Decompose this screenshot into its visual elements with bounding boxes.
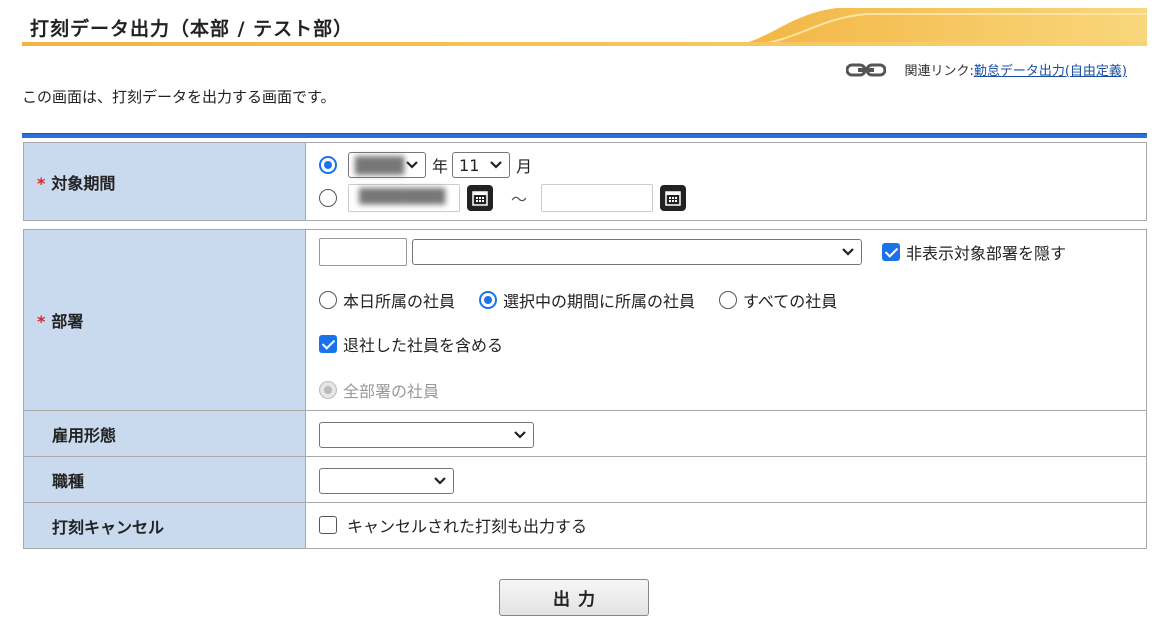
department-code-input[interactable] xyxy=(319,238,407,266)
employment-value-cell xyxy=(305,410,1147,457)
employment-type-select[interactable] xyxy=(319,421,534,448)
chevron-down-icon xyxy=(490,161,502,169)
page-header: 打刻データ出力（本部 / テスト部） xyxy=(22,8,1147,46)
job-value-cell xyxy=(305,456,1147,503)
required-mark: * xyxy=(37,173,46,193)
department-label: 部署 xyxy=(51,312,84,331)
period-value-cell: ████ 年 11 月 ████████ ～ xyxy=(305,142,1147,221)
include-retired-checkbox[interactable] xyxy=(319,335,337,353)
cancel-label-cell: 打刻キャンセル xyxy=(23,502,306,549)
header-underline xyxy=(22,42,1147,46)
job-label: 職種 xyxy=(52,471,85,491)
chevron-down-icon xyxy=(434,476,446,485)
chevron-down-icon xyxy=(842,248,854,256)
hide-hidden-departments-label: 非表示対象部署を隠す xyxy=(906,244,1067,263)
radio-all-departments-label: 全部署の社員 xyxy=(343,382,440,401)
radio-all-employees[interactable] xyxy=(719,291,738,309)
related-link-free-definition[interactable]: 勤怠データ出力(自由定義) xyxy=(974,60,1127,79)
range-end-input[interactable] xyxy=(541,184,654,212)
page-title: 打刻データ出力（本部 / テスト部） xyxy=(30,18,354,40)
department-label-cell: * 部署 xyxy=(23,229,306,411)
year-suffix: 年 xyxy=(432,157,449,176)
output-button[interactable]: 出力 xyxy=(499,579,649,616)
department-value-cell: 非表示対象部署を隠す 本日所属の社員 選択中の期間に所属の社員 すべての社員 退… xyxy=(305,229,1147,411)
radio-today-employees-label: 本日所属の社員 xyxy=(343,292,456,311)
header-decoration xyxy=(727,8,1147,46)
page-description: この画面は、打刻データを出力する画面です。 xyxy=(22,88,336,106)
period-range-radio[interactable] xyxy=(319,189,337,207)
job-label-cell: 職種 xyxy=(23,456,306,503)
month-select[interactable]: 11 xyxy=(452,152,511,178)
employment-label-cell: 雇用形態 xyxy=(23,410,306,457)
radio-period-employees[interactable] xyxy=(479,291,498,309)
required-mark: * xyxy=(37,312,46,331)
radio-today-employees[interactable] xyxy=(319,291,337,309)
radio-all-departments xyxy=(319,381,337,399)
period-label-cell: * 対象期間 xyxy=(23,142,306,221)
related-links: 関連リンク: 勤怠データ出力(自由定義) xyxy=(846,60,1127,79)
job-type-select[interactable] xyxy=(319,467,454,494)
include-retired-label: 退社した社員を含める xyxy=(343,336,504,355)
month-suffix: 月 xyxy=(516,157,533,176)
chevron-down-icon xyxy=(406,161,418,169)
range-separator: ～ xyxy=(511,190,528,209)
range-start-input[interactable]: ████████ xyxy=(348,184,460,212)
section-divider xyxy=(22,133,1147,138)
hide-hidden-departments-checkbox[interactable] xyxy=(882,243,900,261)
year-value-redacted: ████ xyxy=(355,155,405,175)
radio-all-employees-label: すべての社員 xyxy=(743,292,838,311)
month-value: 11 xyxy=(459,155,480,175)
filter-table: * 部署 非表示対象部署を隠す 本日所属の社員 選択中の期間に所属の社員 すべての… xyxy=(23,229,1147,549)
cancel-label: 打刻キャンセル xyxy=(52,517,165,537)
period-table: * 対象期間 ████ 年 11 月 ████████ ～ xyxy=(23,142,1147,221)
period-label: 対象期間 xyxy=(51,173,116,193)
include-cancelled-label: キャンセルされた打刻も出力する xyxy=(347,517,588,536)
calendar-icon[interactable] xyxy=(467,185,493,211)
calendar-glyph xyxy=(472,191,488,206)
chevron-down-icon xyxy=(514,430,526,439)
cancel-value-cell: キャンセルされた打刻も出力する xyxy=(305,502,1147,549)
related-prefix: 関連リンク: xyxy=(904,64,974,79)
calendar-glyph xyxy=(665,191,681,206)
range-start-value-redacted: ████████ xyxy=(359,189,446,205)
calendar-icon[interactable] xyxy=(660,185,687,211)
link-chain-icon xyxy=(846,63,887,76)
department-select[interactable] xyxy=(412,239,862,265)
include-cancelled-checkbox[interactable] xyxy=(319,516,337,534)
radio-period-employees-label: 選択中の期間に所属の社員 xyxy=(503,292,696,311)
employment-label: 雇用形態 xyxy=(52,425,117,445)
year-select[interactable]: ████ xyxy=(348,152,426,178)
period-month-radio[interactable] xyxy=(319,156,337,174)
